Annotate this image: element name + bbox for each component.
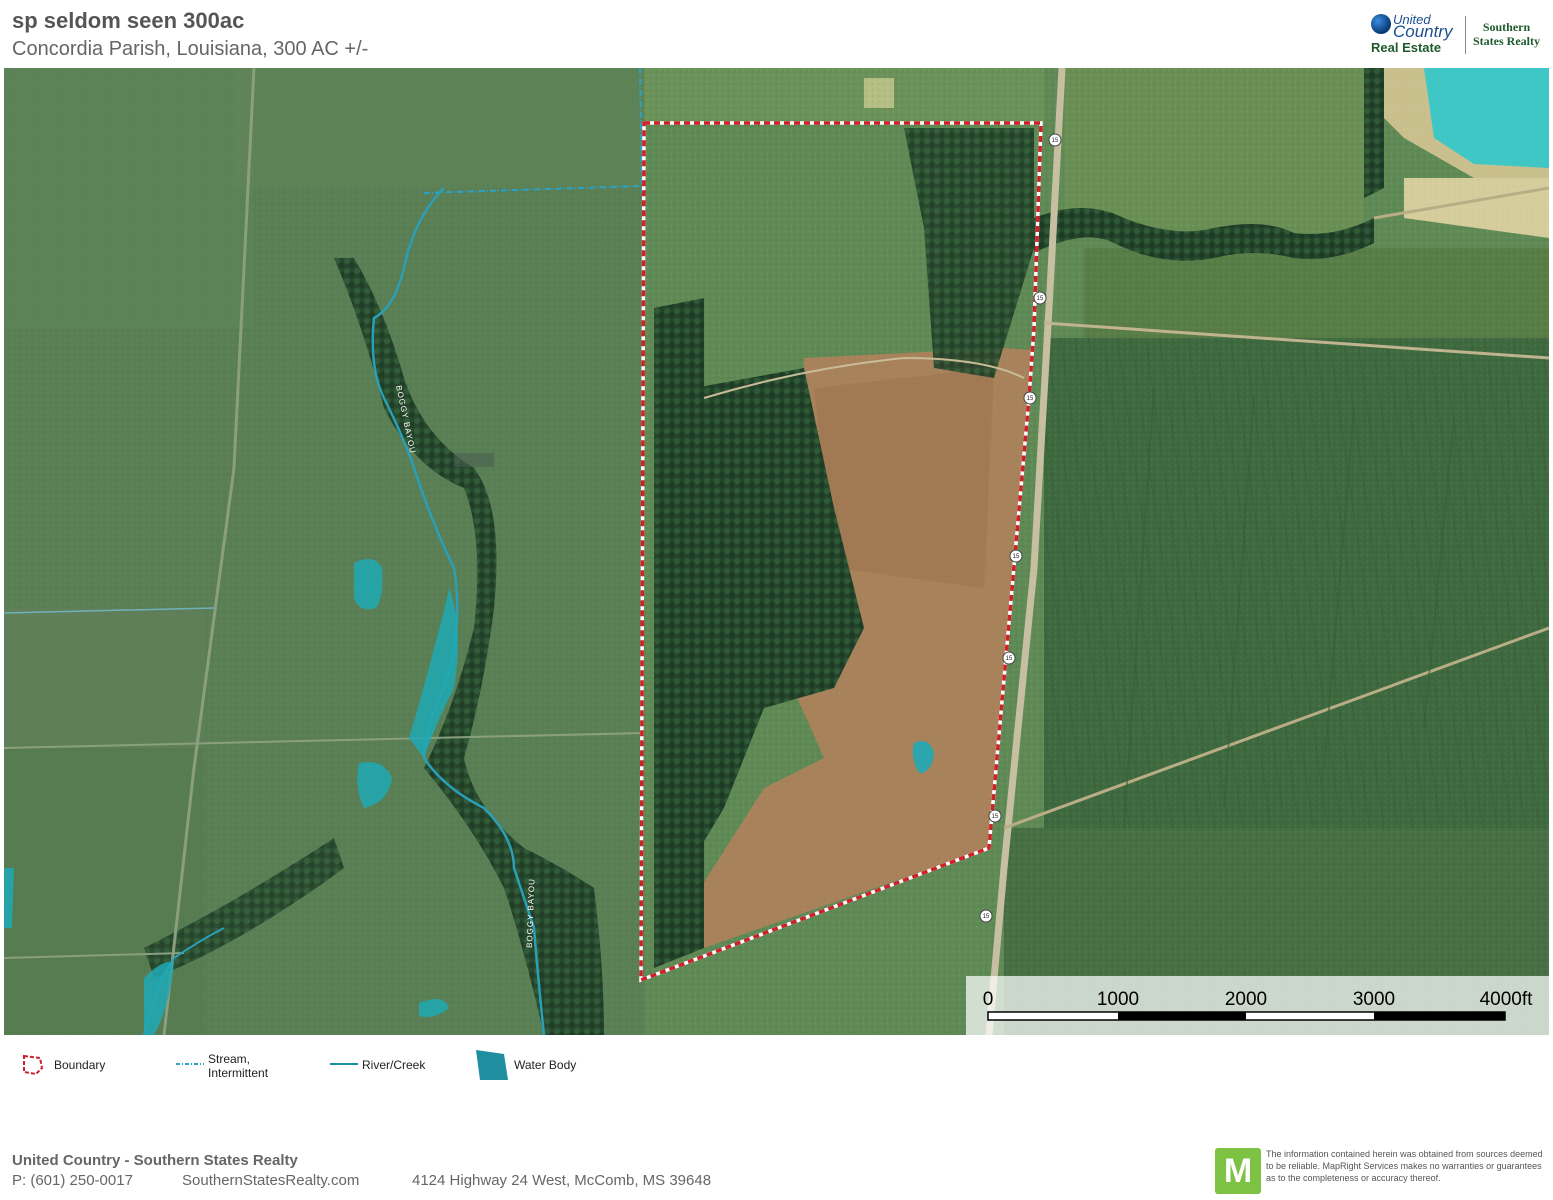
map-canvas: BOGGY BAYOU BOGGY BAYOU 15 15 15 15 15 1… [4,68,1549,1035]
footer-company: United Country - Southern States Realty [12,1152,298,1169]
scale-label-2000: 2000 [1225,989,1267,1010]
map-subtitle: Concordia Parish, Louisiana, 300 AC +/- [12,38,369,60]
scale-label-4000ft: 4000ft [1480,989,1534,1010]
route-shield-icon: 15 [1033,291,1047,305]
legend-item-river-creek: River/Creek [330,1048,450,1084]
footer-phone: P: (601) 250-0017 [12,1172,133,1189]
route-shield-icon: 15 [988,809,1002,823]
stream-intermittent-icon [176,1063,204,1065]
logo-real-estate: Real Estate [1371,40,1442,55]
footer-address: 4124 Highway 24 West, McComb, MS 39648 [412,1172,712,1189]
scale-label-1000: 1000 [1097,989,1139,1010]
svg-text:15: 15 [1052,138,1059,144]
route-shield-icon: 15 [1009,549,1023,563]
footer-disclaimer: The information contained herein was obt… [1266,1149,1543,1183]
route-shield-icon: 15 [1048,133,1062,147]
footer-website[interactable]: SouthernStatesRealty.com [182,1172,359,1189]
route-shield-icon: 15 [1023,391,1037,405]
logo-united-country: United Country [1393,12,1453,41]
legend-item-stream-intermittent: Stream, Intermittent [176,1048,296,1084]
route-shield-icon: 15 [1002,651,1016,665]
route-shield-icon: 15 [979,909,993,923]
svg-text:15: 15 [983,914,990,920]
water-body-icon [476,1050,508,1080]
scale-label-0: 0 [983,989,994,1010]
scale-label-3000: 3000 [1353,989,1395,1010]
logo-southern-states-realty: Southern States Realty [1473,20,1540,48]
mapright-logo: M [1215,1148,1261,1194]
legend-item-boundary: Boundary [20,1048,130,1084]
united-country-logo: United Country Real Estate Southern States… [1369,12,1549,58]
svg-text:15: 15 [1027,396,1034,402]
map-legend: Boundary Stream, Intermittent River/Creek… [20,1048,640,1088]
boundary-icon [23,1054,44,1076]
svg-text:15: 15 [1013,554,1020,560]
water-body-pond-west-1 [354,559,383,610]
legend-item-water-body: Water Body [474,1048,604,1084]
aerial-map[interactable]: BOGGY BAYOU BOGGY BAYOU 15 15 15 15 15 1… [4,68,1549,1035]
globe-icon [1371,14,1391,34]
svg-text:15: 15 [1006,656,1013,662]
map-title: sp seldom seen 300ac [12,8,245,33]
svg-text:15: 15 [1037,296,1044,302]
scale-bar: 0 1000 2000 3000 4000ft [966,976,1549,1035]
logo-divider [1465,16,1466,54]
river-creek-icon [330,1063,358,1065]
svg-text:15: 15 [992,814,999,820]
